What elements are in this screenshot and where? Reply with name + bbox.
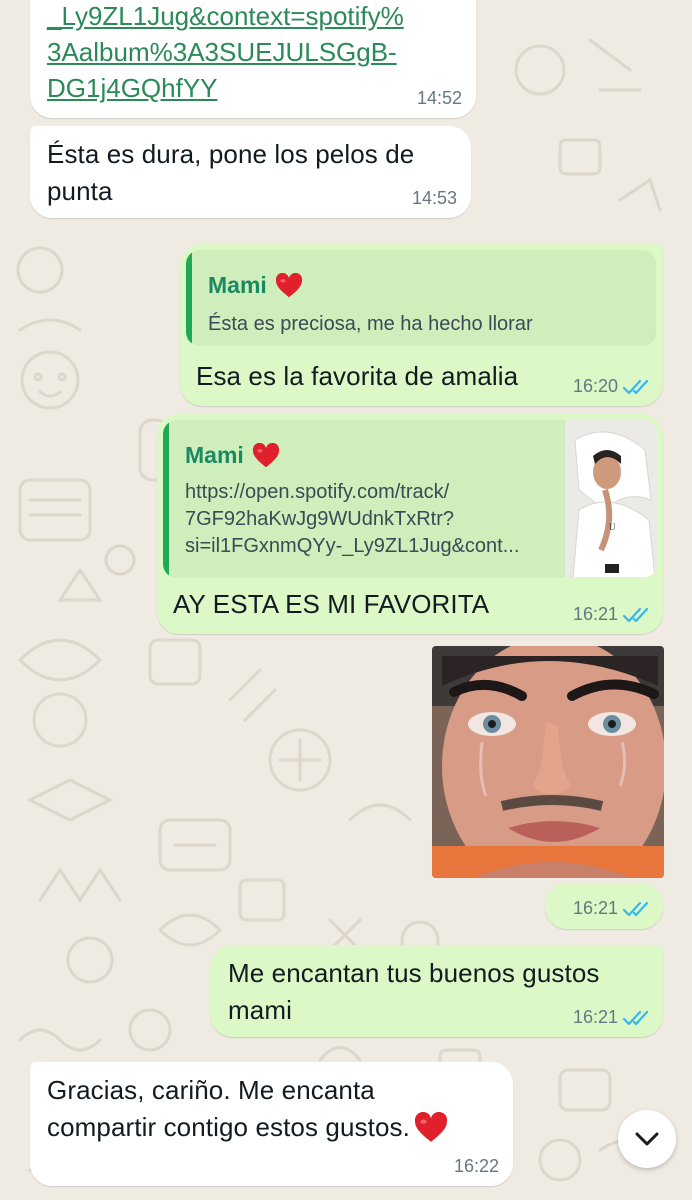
- message-meta: 16:21: [573, 898, 649, 919]
- message-meta: 16:20: [573, 376, 649, 397]
- double-check-icon: [623, 901, 649, 916]
- quote-author: Mami: [185, 442, 555, 469]
- message-time: 16:22: [453, 1156, 499, 1176]
- quoted-message[interactable]: Mami https://open.spotify.com/track/ 7GF…: [163, 420, 657, 578]
- message-time: 16:21: [572, 604, 618, 624]
- message-text: Esa es la favorita de amalia: [196, 361, 519, 391]
- message-reply-outgoing[interactable]: Mami https://open.spotify.com/track/ 7GF…: [157, 414, 663, 634]
- message-text: compartir contigo estos gustos.: [47, 1112, 410, 1142]
- chevron-down-icon: [635, 1132, 659, 1146]
- spotify-link-line[interactable]: 3Aalbum%3A3SUEJULSGgB-: [47, 34, 404, 70]
- quote-author: Mami: [208, 272, 533, 299]
- red-heart-icon: [275, 272, 302, 297]
- quote-link-line: si=il1FGxnmQYy-_Ly9ZL1Jug&cont...: [185, 535, 520, 557]
- message-time: 16:21: [572, 898, 618, 918]
- double-check-icon: [623, 607, 649, 622]
- message-meta: 14:53: [412, 188, 457, 209]
- quote-author-name: Mami: [185, 442, 244, 468]
- message-incoming[interactable]: Ésta es dura, pone los pelos de punta 14…: [30, 126, 471, 218]
- shared-photo[interactable]: [432, 646, 664, 878]
- message-meta: 16:21: [573, 604, 649, 625]
- quote-text: Ésta es preciosa, me ha hecho llorar: [208, 313, 533, 335]
- message-meta: 16:22: [454, 1156, 499, 1177]
- message-reply-outgoing[interactable]: Mami Ésta es preciosa, me ha hecho llora…: [180, 244, 663, 406]
- message-text: Gracias, cariño. Me encanta: [47, 1075, 375, 1105]
- album-cover-thumbnail[interactable]: U: [565, 420, 657, 578]
- scroll-to-bottom-button[interactable]: [618, 1110, 676, 1168]
- message-text: Me encantan tus buenos gustos: [228, 958, 600, 988]
- message-meta: 14:52: [417, 88, 462, 109]
- double-check-icon: [623, 379, 649, 394]
- message-link-incoming[interactable]: _Ly9ZL1Jug&context=spotify% 3Aalbum%3A3S…: [30, 0, 476, 118]
- message-time: 16:21: [572, 1007, 618, 1027]
- message-text: punta: [47, 176, 113, 206]
- spotify-link-line[interactable]: _Ly9ZL1Jug&context=spotify%: [47, 0, 404, 34]
- message-time: 16:20: [572, 376, 618, 396]
- message-text: Ésta es dura, pone los pelos de: [47, 139, 415, 169]
- red-heart-icon: [414, 1111, 448, 1142]
- quote-link-line: https://open.spotify.com/track/: [185, 481, 450, 503]
- quoted-message[interactable]: Mami Ésta es preciosa, me ha hecho llora…: [186, 250, 656, 346]
- quote-link-line: 7GF92haKwJg9WUdnkTxRtr?: [185, 508, 454, 530]
- album-cover-art: U: [565, 420, 657, 578]
- double-check-icon: [623, 1010, 649, 1025]
- message-meta: 16:21: [573, 1007, 649, 1028]
- quote-author-name: Mami: [208, 272, 267, 298]
- message-text: AY ESTA ES MI FAVORITA: [173, 589, 490, 619]
- photo-image: [432, 646, 664, 878]
- photo-meta-bubble: 16:21: [545, 883, 663, 929]
- message-time: 14:53: [411, 188, 457, 208]
- spotify-link-line[interactable]: DG1j4GQhfYY: [47, 70, 404, 106]
- quote-accent-bar: [186, 250, 192, 346]
- message-incoming[interactable]: Gracias, cariño. Me encanta compartir co…: [30, 1062, 513, 1186]
- red-heart-icon: [252, 442, 279, 467]
- message-text: mami: [228, 995, 292, 1025]
- quote-accent-bar: [163, 420, 169, 578]
- album-cover-letter: U: [609, 522, 616, 532]
- message-time: 14:52: [416, 88, 462, 108]
- message-outgoing[interactable]: Me encantan tus buenos gustos mami 16:21: [210, 945, 663, 1037]
